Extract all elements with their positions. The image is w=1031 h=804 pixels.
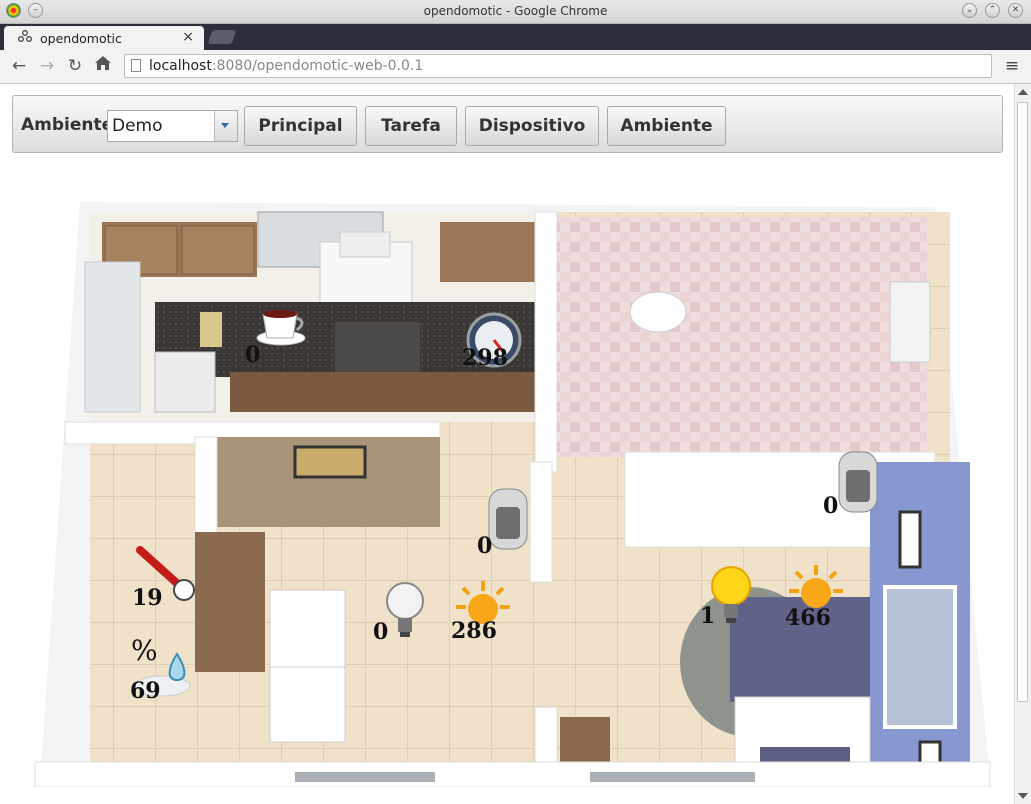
coffee-maker-value: 0 [245, 342, 261, 368]
floor-plan: 0 298 0 0 0 286 1 466 19 % 69 [30, 202, 994, 787]
page-viewport: Ambiente Demo Principal Tarefa Dispositi… [0, 84, 1014, 804]
browser-menu-icon[interactable]: ≡ [1003, 56, 1021, 76]
url-text: localhost:8080/opendomotic-web-0.0.1 [149, 58, 424, 74]
principal-button[interactable]: Principal [244, 106, 357, 146]
ambiente-label: Ambiente [21, 115, 114, 135]
forward-arrow-icon[interactable]: → [36, 55, 58, 77]
page-icon [131, 59, 141, 72]
coffee-cup-icon[interactable] [255, 304, 307, 350]
ambiente-select[interactable]: Demo [107, 110, 238, 142]
heater-icon[interactable] [486, 487, 530, 555]
gauge-value: 298 [462, 345, 508, 371]
page-scrollbar[interactable] [1014, 84, 1031, 804]
lamp-living-value: 0 [373, 619, 389, 645]
close-window-button[interactable]: ✕ [1008, 3, 1023, 18]
maximize-button[interactable]: ⌃ [985, 3, 1000, 18]
browser-tab[interactable]: opendomotic × [4, 26, 204, 50]
lamp-bedroom-value: 1 [700, 603, 716, 629]
dropdown-arrow-icon[interactable] [214, 111, 237, 141]
scrollbar-thumb[interactable] [1017, 102, 1028, 702]
heater-living-value: 0 [477, 533, 493, 559]
new-tab-button[interactable] [207, 30, 237, 44]
heater-bedroom-value: 0 [823, 493, 839, 519]
address-bar[interactable]: localhost:8080/opendomotic-web-0.0.1 [124, 54, 992, 78]
dispositivo-button[interactable]: Dispositivo [465, 106, 599, 146]
ambiente-button[interactable]: Ambiente [607, 106, 726, 146]
light-sensor-living-value: 286 [451, 618, 497, 644]
browser-toolbar: ← → ↻ localhost:8080/opendomotic-web-0.0… [0, 50, 1031, 84]
tab-close-icon[interactable]: × [182, 29, 194, 45]
tab-title: opendomotic [40, 31, 122, 46]
site-favicon-icon [18, 30, 32, 45]
scroll-up-arrow-icon[interactable] [1018, 89, 1028, 95]
tarefa-button[interactable]: Tarefa [365, 106, 457, 146]
light-sensor-bedroom-value: 466 [785, 605, 831, 631]
window-title: opendomotic - Google Chrome [423, 4, 608, 18]
scroll-down-arrow-icon[interactable] [1018, 793, 1028, 799]
window-titlebar: – opendomotic - Google Chrome ⌄ ⌃ ✕ [0, 0, 1031, 24]
home-icon[interactable] [92, 55, 114, 77]
back-arrow-icon[interactable]: ← [8, 55, 30, 77]
app-menubar: Ambiente Demo Principal Tarefa Dispositi… [12, 95, 1003, 153]
humidity-value: 69 [130, 678, 161, 704]
temperature-value: 19 [132, 585, 163, 611]
reload-icon[interactable]: ↻ [64, 55, 86, 77]
ambiente-select-value: Demo [112, 116, 163, 136]
light-bulb-off-icon[interactable] [384, 580, 426, 644]
tab-strip: opendomotic × [0, 24, 1031, 50]
heater-icon[interactable] [836, 450, 880, 518]
minimize-button[interactable]: ⌄ [962, 3, 977, 18]
light-bulb-on-icon[interactable] [709, 564, 753, 632]
